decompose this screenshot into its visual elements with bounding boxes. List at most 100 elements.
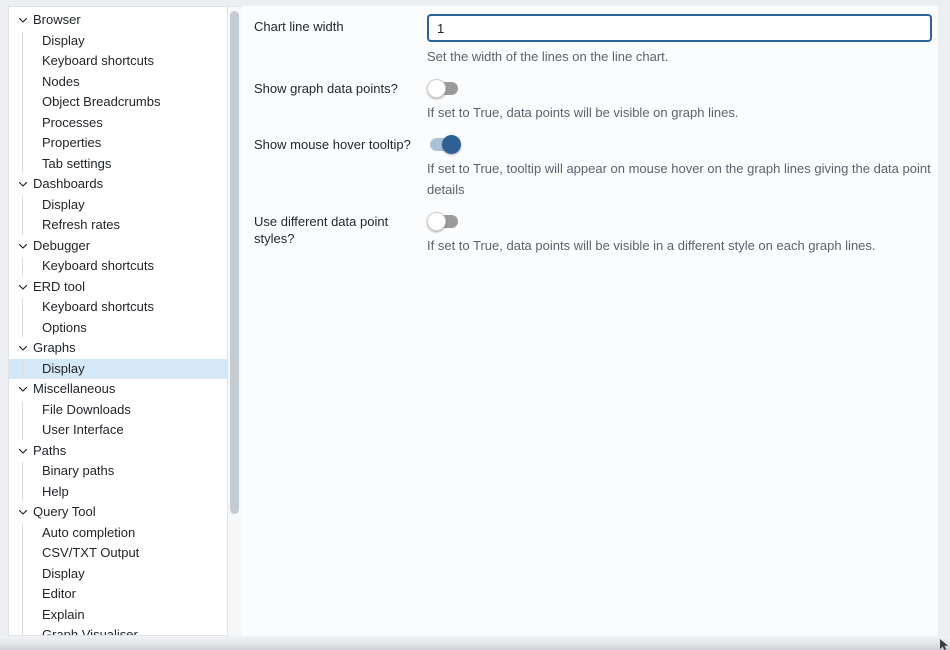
setting-label: Use different data point styles? [254, 209, 424, 256]
tree-group-query-tool[interactable]: Query Tool [9, 502, 227, 523]
show-mouse-hover-tooltip-toggle[interactable] [427, 134, 461, 154]
setting-label: Show mouse hover tooltip? [254, 132, 424, 200]
tree-item-paths-binary-paths[interactable]: Binary paths [9, 461, 227, 482]
setting-control: If set to True, data points will be visi… [427, 209, 932, 256]
setting-control: If set to True, tooltip will appear on m… [427, 132, 932, 200]
tree-children-dashboards: DisplayRefresh rates [9, 195, 227, 236]
tree-children-graphs: Display [9, 359, 227, 380]
tree-item-browser-display[interactable]: Display [9, 31, 227, 52]
tree-item-query-tool-explain[interactable]: Explain [9, 605, 227, 626]
tree-item-label: Auto completion [42, 523, 135, 544]
tree-item-label: Tab settings [42, 154, 111, 175]
tree-item-label: Explain [42, 605, 85, 626]
tree-item-graphs-display[interactable]: Display [9, 359, 227, 380]
tree-item-browser-properties[interactable]: Properties [9, 133, 227, 154]
sidebar-scrollbar [228, 6, 242, 636]
preferences-dialog: BrowserDisplayKeyboard shortcutsNodesObj… [0, 0, 950, 650]
chevron-down-icon [15, 176, 31, 192]
tree-item-label: Display [42, 195, 85, 216]
tree-item-label: User Interface [42, 420, 124, 441]
show-graph-data-points-toggle[interactable] [427, 78, 461, 98]
tree-item-miscellaneous-user-interface[interactable]: User Interface [9, 420, 227, 441]
tree-group-miscellaneous[interactable]: Miscellaneous [9, 379, 227, 400]
tree-group-graphs[interactable]: Graphs [9, 338, 227, 359]
tree-item-query-tool-editor[interactable]: Editor [9, 584, 227, 605]
tree-item-query-tool-graph-visualiser[interactable]: Graph Visualiser [9, 625, 227, 636]
tree-group-label: Browser [33, 10, 81, 31]
chevron-down-icon [15, 381, 31, 397]
mouse-cursor-icon [940, 639, 950, 650]
chevron-down-icon [15, 443, 31, 459]
setting-row-show-graph-data-points: Show graph data points?If set to True, d… [254, 76, 932, 123]
tree-item-browser-tab-settings[interactable]: Tab settings [9, 154, 227, 175]
setting-label: Show graph data points? [254, 76, 424, 123]
preferences-panel: Chart line widthSet the width of the lin… [242, 6, 938, 636]
tree-group-dashboards[interactable]: Dashboards [9, 174, 227, 195]
tree-item-miscellaneous-file-downloads[interactable]: File Downloads [9, 400, 227, 421]
tree-item-browser-processes[interactable]: Processes [9, 113, 227, 134]
tree-item-label: Display [42, 359, 85, 380]
toggle-knob [427, 212, 446, 231]
dialog-bottom-edge [0, 636, 950, 650]
tree-group-erd-tool[interactable]: ERD tool [9, 277, 227, 298]
setting-help-text: If set to True, data points will be visi… [427, 235, 932, 256]
tree-item-browser-nodes[interactable]: Nodes [9, 72, 227, 93]
setting-label: Chart line width [254, 14, 424, 67]
tree-indent-guide [22, 462, 23, 501]
tree-group-label: Paths [33, 441, 66, 462]
tree-group-browser[interactable]: Browser [9, 10, 227, 31]
tree-item-debugger-keyboard-shortcuts[interactable]: Keyboard shortcuts [9, 256, 227, 277]
tree-indent-guide [22, 32, 23, 174]
tree-item-label: Keyboard shortcuts [42, 297, 154, 318]
tree-group-label: Debugger [33, 236, 90, 257]
preferences-tree: BrowserDisplayKeyboard shortcutsNodesObj… [9, 7, 227, 636]
tree-item-dashboards-refresh-rates[interactable]: Refresh rates [9, 215, 227, 236]
tree-children-debugger: Keyboard shortcuts [9, 256, 227, 277]
tree-indent-guide [22, 360, 23, 379]
tree-item-dashboards-display[interactable]: Display [9, 195, 227, 216]
chevron-down-icon [15, 340, 31, 356]
chart-line-width-input[interactable] [427, 14, 932, 42]
tree-item-label: CSV/TXT Output [42, 543, 139, 564]
tree-item-erd-tool-options[interactable]: Options [9, 318, 227, 339]
tree-group-debugger[interactable]: Debugger [9, 236, 227, 257]
tree-item-label: Refresh rates [42, 215, 120, 236]
tree-children-query-tool: Auto completionCSV/TXT OutputDisplayEdit… [9, 523, 227, 637]
tree-item-query-tool-csv-txt-output[interactable]: CSV/TXT Output [9, 543, 227, 564]
tree-item-query-tool-auto-completion[interactable]: Auto completion [9, 523, 227, 544]
tree-indent-guide [22, 257, 23, 276]
preferences-sidebar: BrowserDisplayKeyboard shortcutsNodesObj… [8, 6, 228, 636]
setting-help-text: Set the width of the lines on the line c… [427, 46, 932, 67]
tree-group-label: Graphs [33, 338, 76, 359]
sidebar-scrollbar-thumb[interactable] [230, 11, 239, 514]
tree-item-label: File Downloads [42, 400, 131, 421]
tree-item-label: Display [42, 31, 85, 52]
chevron-down-icon [15, 279, 31, 295]
toggle-knob [442, 135, 461, 154]
tree-item-paths-help[interactable]: Help [9, 482, 227, 503]
tree-indent-guide [22, 524, 23, 637]
tree-group-label: Dashboards [33, 174, 103, 195]
tree-children-browser: DisplayKeyboard shortcutsNodesObject Bre… [9, 31, 227, 175]
setting-row-use-different-data-point-styles: Use different data point styles?If set t… [254, 209, 932, 256]
tree-children-paths: Binary pathsHelp [9, 461, 227, 502]
tree-item-browser-keyboard-shortcuts[interactable]: Keyboard shortcuts [9, 51, 227, 72]
tree-indent-guide [22, 401, 23, 440]
tree-item-label: Display [42, 564, 85, 585]
tree-item-label: Editor [42, 584, 76, 605]
tree-item-browser-object-breadcrumbs[interactable]: Object Breadcrumbs [9, 92, 227, 113]
chevron-down-icon [15, 504, 31, 520]
tree-group-label: Miscellaneous [33, 379, 115, 400]
tree-item-label: Options [42, 318, 87, 339]
tree-item-label: Keyboard shortcuts [42, 51, 154, 72]
tree-indent-guide [22, 298, 23, 337]
tree-item-erd-tool-keyboard-shortcuts[interactable]: Keyboard shortcuts [9, 297, 227, 318]
chevron-down-icon [15, 238, 31, 254]
tree-item-label: Keyboard shortcuts [42, 256, 154, 277]
use-different-data-point-styles-toggle[interactable] [427, 211, 461, 231]
tree-children-miscellaneous: File DownloadsUser Interface [9, 400, 227, 441]
chevron-down-icon [15, 12, 31, 28]
tree-group-paths[interactable]: Paths [9, 441, 227, 462]
tree-item-query-tool-display[interactable]: Display [9, 564, 227, 585]
tree-children-erd-tool: Keyboard shortcutsOptions [9, 297, 227, 338]
